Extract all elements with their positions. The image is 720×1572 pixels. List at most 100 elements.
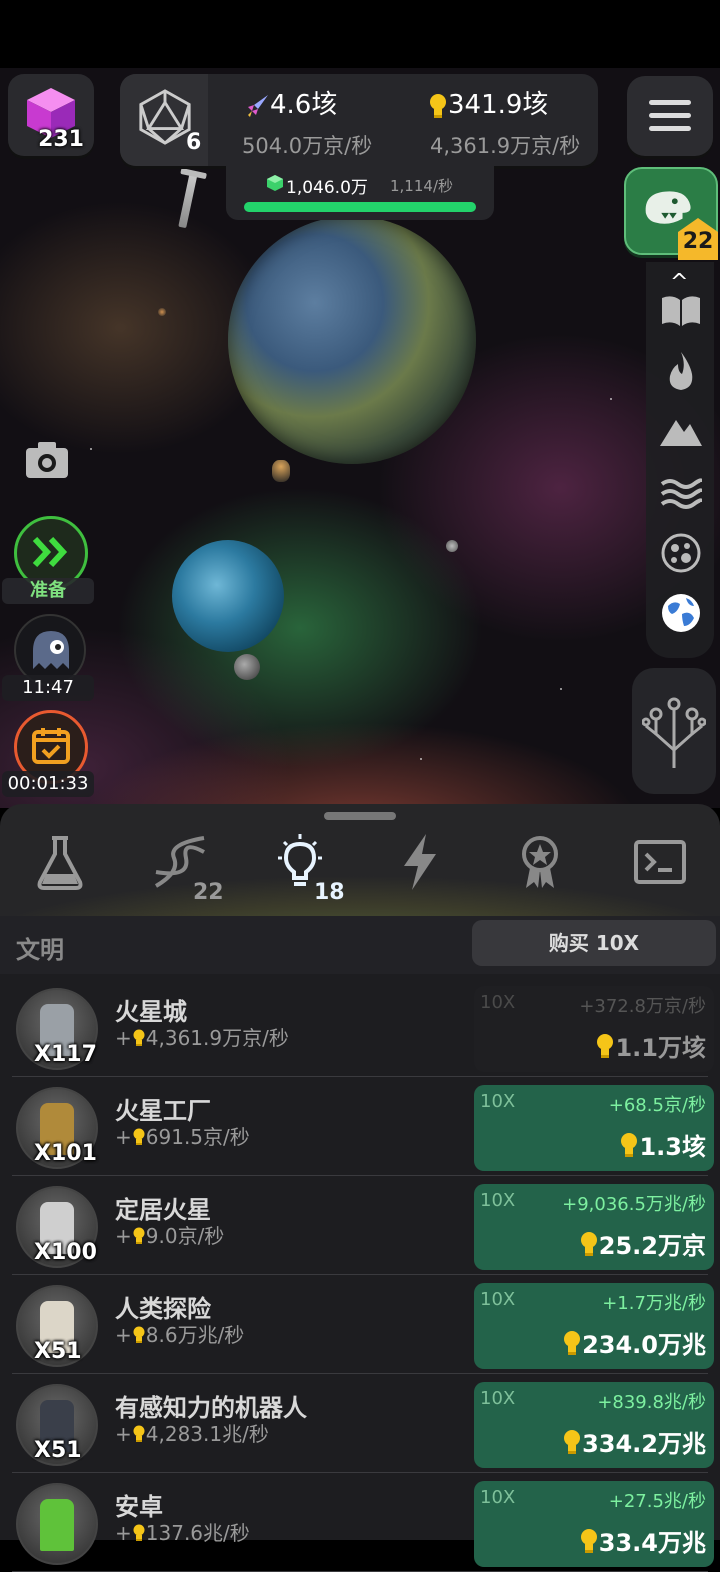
- item-rate: +9.0京/秒: [115, 1220, 224, 1249]
- space-probe[interactable]: [178, 171, 198, 229]
- buy-cost-value: 1.1万垓: [615, 1034, 706, 1062]
- lightbulb-icon: [133, 1326, 145, 1343]
- dinosaur-badge-count: 22: [682, 229, 714, 254]
- buy-button[interactable]: 10X +372.8万京/秒 1.1万垓: [474, 986, 714, 1072]
- item-rate-prefix: +: [115, 1224, 132, 1248]
- buy-button[interactable]: 10X +68.5京/秒 1.3垓: [474, 1085, 714, 1171]
- gem-rate: 1,114/秒: [390, 177, 453, 195]
- fire-icon[interactable]: [660, 350, 702, 392]
- item-rate-prefix: +: [115, 1125, 132, 1149]
- item-rate-prefix: +: [115, 1323, 132, 1347]
- list-header: 文明 购买 10X: [0, 916, 720, 974]
- lightbulb-icon: [580, 1232, 597, 1256]
- lightbulb-icon: [133, 1128, 145, 1145]
- buy-gain: +9,036.5万兆/秒: [562, 1194, 706, 1215]
- tab-lightning[interactable]: [390, 832, 450, 892]
- dice-button[interactable]: 6: [120, 74, 208, 166]
- asteroid[interactable]: [158, 308, 166, 316]
- tech-tree-button[interactable]: [632, 668, 716, 794]
- item-count: X101: [34, 1141, 97, 1166]
- book-icon[interactable]: [660, 290, 702, 332]
- buy-button[interactable]: 10X +839.8兆/秒 334.2万兆: [474, 1382, 714, 1468]
- buy-cost: 234.0万兆: [562, 1325, 706, 1360]
- star: [610, 398, 612, 400]
- gem-value: 1,046.0万: [286, 178, 368, 198]
- ghost-icon: [33, 631, 69, 669]
- item-rate-prefix: +: [115, 1026, 132, 1050]
- dice-count: 6: [186, 130, 202, 155]
- list-item[interactable]: X101 火星工厂 +691.5京/秒 10X +68.5京/秒 1.3垓: [0, 1077, 720, 1176]
- moon[interactable]: [234, 654, 260, 680]
- buy-cost: 33.4万兆: [579, 1523, 706, 1558]
- drag-handle[interactable]: [324, 812, 396, 820]
- buy-multiplier: 10X: [480, 992, 516, 1013]
- buy-cost-value: 25.2万京: [598, 1232, 706, 1260]
- buy-button[interactable]: 10X +27.5兆/秒 33.4万兆: [474, 1481, 714, 1567]
- item-rate: +137.6兆/秒: [115, 1517, 250, 1546]
- lightbulb-icon: [133, 1227, 145, 1244]
- buy-gain: +839.8兆/秒: [597, 1392, 706, 1413]
- buy-10x-toggle[interactable]: 购买 10X: [472, 920, 716, 966]
- globe-icon[interactable]: [660, 592, 702, 634]
- moon-small[interactable]: [446, 540, 458, 552]
- planet-earth[interactable]: [228, 216, 476, 464]
- lightbulb-icon: [133, 1029, 145, 1046]
- buy-cost: 1.1万垓: [595, 1028, 706, 1063]
- item-count: X51: [34, 1438, 82, 1463]
- lightbulb-icon: [133, 1425, 145, 1442]
- buy-button[interactable]: 10X +9,036.5万兆/秒 25.2万京: [474, 1184, 714, 1270]
- item-rate-value: 9.0京/秒: [145, 1224, 225, 1248]
- list-item[interactable]: X51 有感知力的机器人 +4,283.1兆/秒 10X +839.8兆/秒 334.2万…: [0, 1374, 720, 1473]
- lightbulb-icon: [564, 1430, 581, 1454]
- status-bar: [0, 0, 720, 68]
- menu-button[interactable]: [627, 76, 713, 156]
- lightbulb-icon: [621, 1133, 638, 1157]
- item-rate-prefix: +: [115, 1422, 132, 1446]
- planet-ocean[interactable]: [172, 540, 284, 652]
- cube-count: 231: [38, 127, 84, 152]
- lightbulb-icon: [580, 1529, 597, 1553]
- waves-icon[interactable]: [660, 472, 702, 514]
- rocket-icon: [248, 94, 268, 117]
- item-avatar: [16, 1483, 98, 1565]
- item-rate-value: 691.5京/秒: [145, 1125, 250, 1149]
- tab-terminal[interactable]: [630, 832, 690, 892]
- tab-lightbulb-badge: 18: [314, 880, 345, 905]
- item-rate-value: 8.6万兆/秒: [145, 1323, 245, 1347]
- tab-award[interactable]: [510, 832, 570, 892]
- asteroid[interactable]: [272, 460, 290, 482]
- list-item[interactable]: X117 火星城 +4,361.9万京/秒 10X +372.8万京/秒 1.1万垓: [0, 978, 720, 1077]
- cube-currency-button[interactable]: 231: [8, 74, 94, 156]
- gem-icon: [267, 175, 283, 191]
- item-count: X51: [34, 1339, 82, 1364]
- gem-panel: 1,046.0万 1,114/秒: [226, 166, 494, 220]
- item-rate: +4,361.9万京/秒: [115, 1022, 289, 1051]
- resource-panel: 6 4.6垓 504.0万京/秒 341.9垓 4,361.9万京/秒: [120, 74, 598, 166]
- list-item[interactable]: 安卓 +137.6兆/秒 10X +27.5兆/秒 33.4万兆: [0, 1473, 720, 1572]
- item-rate-prefix: +: [115, 1521, 132, 1545]
- cell-icon[interactable]: [660, 532, 702, 574]
- buy-multiplier: 10X: [480, 1289, 516, 1310]
- buy-multiplier: 10X: [480, 1190, 516, 1211]
- buy-multiplier: 10X: [480, 1091, 516, 1112]
- gem-progress-bar: [244, 202, 476, 212]
- buy-gain: +27.5兆/秒: [608, 1491, 706, 1512]
- item-rate-value: 4,283.1兆/秒: [145, 1422, 269, 1446]
- camera-icon[interactable]: [24, 440, 70, 480]
- lightbulb-icon: [564, 1331, 581, 1355]
- buy-cost: 334.2万兆: [562, 1424, 706, 1459]
- buy-button[interactable]: 10X +1.7万兆/秒 234.0万兆: [474, 1283, 714, 1369]
- lightbulb-icon: [430, 93, 446, 118]
- item-rate: +4,283.1兆/秒: [115, 1418, 269, 1447]
- rocket-rate: 504.0万京/秒: [242, 134, 373, 158]
- buy-gain: +1.7万兆/秒: [602, 1293, 706, 1314]
- item-count: X100: [34, 1240, 97, 1265]
- fast-forward-icon: [32, 537, 68, 567]
- list-item[interactable]: X51 人类探险 +8.6万兆/秒 10X +1.7万兆/秒 234.0万兆: [0, 1275, 720, 1374]
- mountain-icon[interactable]: [660, 410, 702, 452]
- tab-bar: 22 18: [0, 804, 720, 916]
- tab-flask[interactable]: [30, 832, 90, 892]
- star: [420, 758, 422, 760]
- list-item[interactable]: X100 定居火星 +9.0京/秒 10X +9,036.5万兆/秒 25.2万京: [0, 1176, 720, 1275]
- lightbulb-icon: [597, 1034, 614, 1058]
